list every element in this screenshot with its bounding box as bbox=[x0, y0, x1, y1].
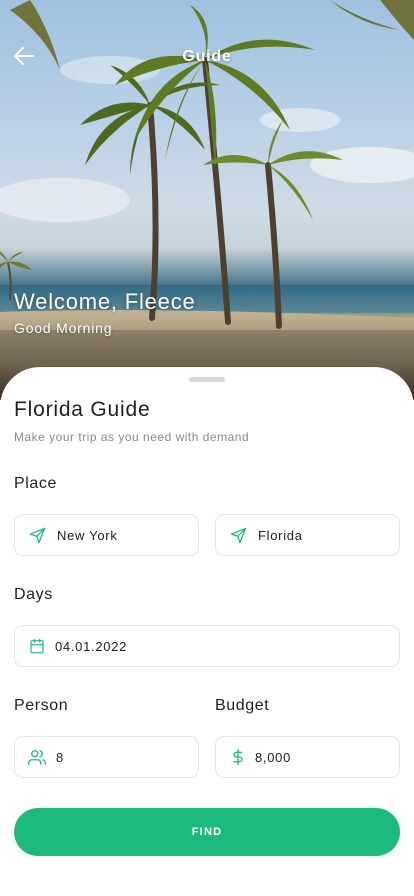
welcome-text: Welcome, Fleece bbox=[14, 289, 196, 314]
hero-banner: Guide Welcome, Fleece Good Morning bbox=[0, 0, 414, 400]
send-icon bbox=[28, 526, 46, 544]
find-button[interactable]: FIND bbox=[14, 808, 400, 856]
place-label: Place bbox=[14, 475, 58, 492]
send-icon bbox=[229, 526, 247, 544]
top-bar: Guide bbox=[0, 40, 414, 76]
budget-field[interactable]: 8,000 bbox=[215, 736, 400, 778]
place-from-field[interactable]: New York bbox=[14, 514, 199, 556]
place-to-field[interactable]: Florida bbox=[215, 514, 400, 556]
place-from-value: New York bbox=[57, 527, 118, 543]
place-to-value: Florida bbox=[258, 527, 303, 543]
sheet-subtitle: Make your trip as you need with demand bbox=[14, 430, 250, 444]
dollar-icon bbox=[229, 748, 247, 766]
budget-label: Budget bbox=[215, 697, 270, 714]
person-field[interactable]: 8 bbox=[14, 736, 199, 778]
users-icon bbox=[28, 748, 46, 766]
days-label: Days bbox=[14, 586, 53, 603]
date-value: 04.01.2022 bbox=[55, 638, 128, 654]
person-value: 8 bbox=[56, 749, 64, 765]
person-label: Person bbox=[14, 697, 69, 714]
sheet-drag-handle[interactable] bbox=[189, 377, 225, 382]
sheet-title: Florida Guide bbox=[14, 398, 151, 421]
calendar-icon bbox=[28, 637, 46, 655]
page-title: Guide bbox=[182, 48, 232, 65]
greeting-text: Good Morning bbox=[14, 320, 113, 336]
bottom-sheet: Florida Guide Make your trip as you need… bbox=[0, 367, 414, 896]
budget-value: 8,000 bbox=[255, 749, 292, 765]
date-field[interactable]: 04.01.2022 bbox=[14, 625, 400, 667]
